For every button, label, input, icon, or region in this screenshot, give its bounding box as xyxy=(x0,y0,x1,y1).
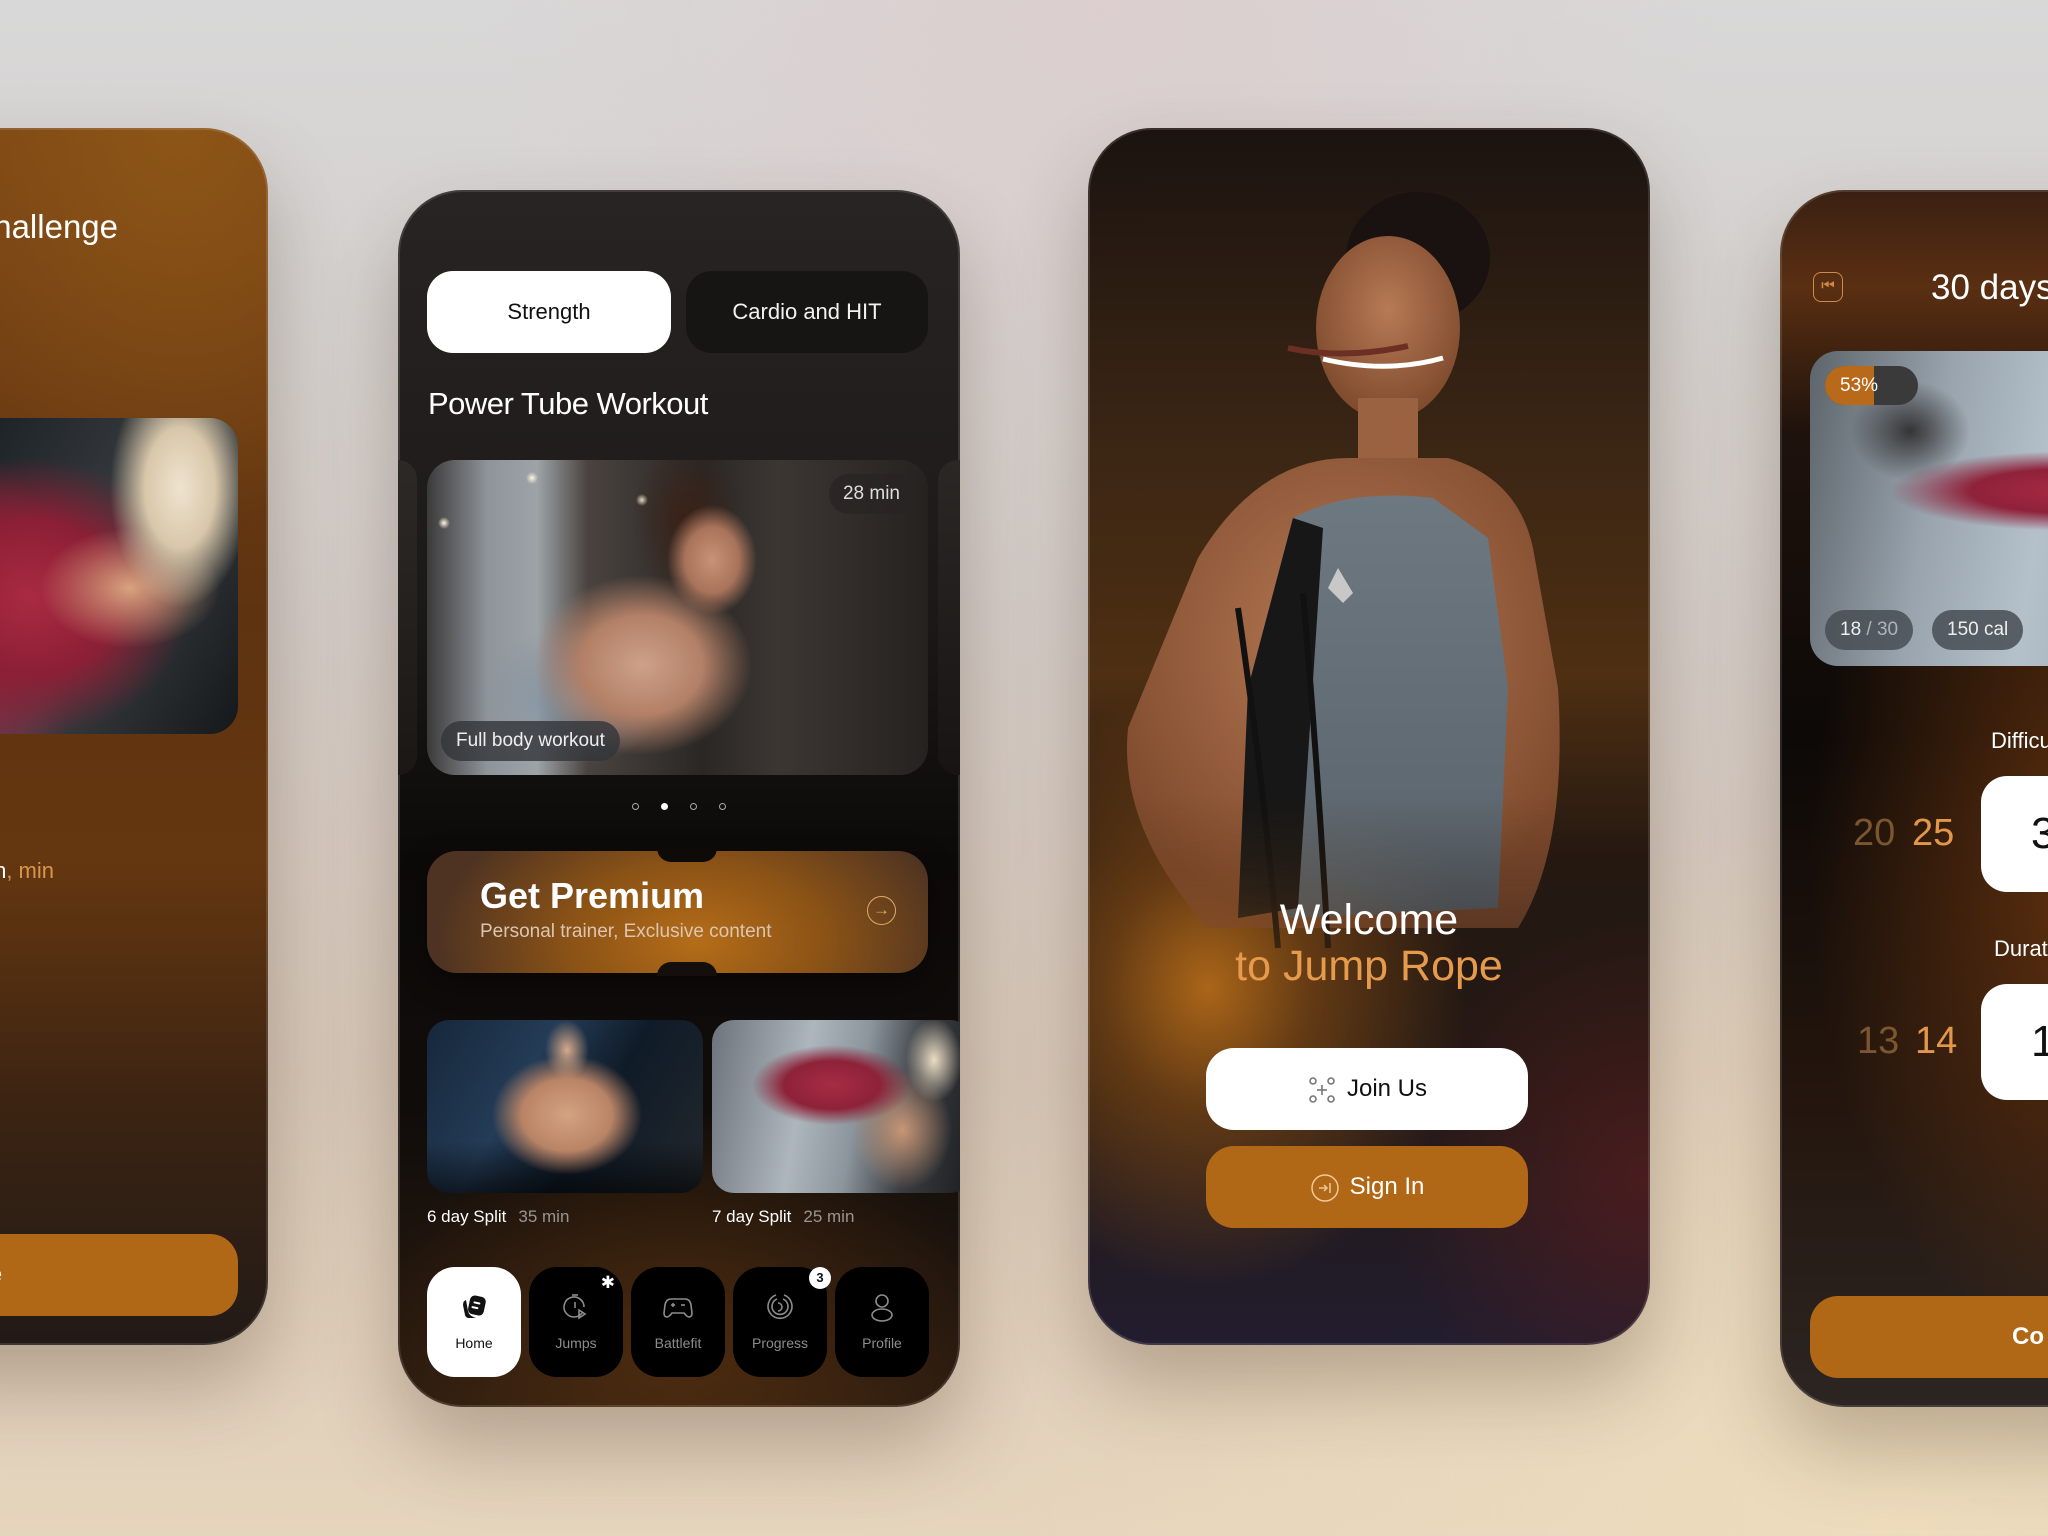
progress-rings-icon xyxy=(767,1294,793,1320)
difficulty-label: Difficu xyxy=(1991,728,2048,753)
bottom-nav: Home ✱ Jumps Battlefit 3 Progress Profil… xyxy=(427,1267,930,1377)
premium-subtitle: Personal trainer, Exclusive content xyxy=(480,921,772,942)
arrow-right-circle-icon[interactable]: → xyxy=(867,896,896,925)
premium-banner[interactable]: Get Premium Personal trainer, Exclusive … xyxy=(427,848,928,976)
challenge-detail-screen: ⏮ 30 days 53% 18 / 30 150 cal Difficu 20… xyxy=(1780,190,2048,1407)
carousel-dot[interactable] xyxy=(632,803,639,810)
difficulty-option[interactable]: 25 xyxy=(1912,812,1954,855)
nav-label: Battlefit xyxy=(654,1335,702,1351)
carousel-dot[interactable] xyxy=(690,803,697,810)
nav-profile[interactable]: Profile xyxy=(835,1267,929,1377)
welcome-heading: Welcome xyxy=(1279,896,1459,944)
challenge-setup-screen: hallenge y, rpm 0 35 40 n, min 5 16 17 n… xyxy=(0,128,268,1345)
nav-label: Profile xyxy=(862,1335,902,1351)
gamepad-icon xyxy=(663,1298,693,1318)
duration-picker-selected[interactable]: 1 xyxy=(1981,984,2048,1100)
difficulty-picker-selected[interactable]: 3 xyxy=(1981,776,2048,892)
continue-button[interactable]: nue xyxy=(0,1234,238,1316)
program-caption: 7 day Split 25 min xyxy=(712,1207,855,1226)
carousel-dot[interactable] xyxy=(719,803,726,810)
challenge-photo: 53% 18 / 30 150 cal xyxy=(1810,351,2048,666)
day-counter-badge: 18 / 30 xyxy=(1825,610,1914,650)
program-card-6day[interactable] xyxy=(427,1020,703,1193)
calories-badge: 150 cal xyxy=(1932,610,2024,650)
tab-strength[interactable]: Strength xyxy=(427,271,671,353)
welcome-subheading: to Jump Rope xyxy=(1235,942,1503,990)
carousel-next-card[interactable] xyxy=(938,460,960,775)
nav-label: Jumps xyxy=(555,1335,597,1351)
add-user-scan-icon xyxy=(1309,1076,1335,1103)
notification-badge: 3 xyxy=(809,1267,831,1289)
nav-progress[interactable]: 3 Progress xyxy=(733,1267,831,1377)
duration-option[interactable]: 13 xyxy=(1857,1020,1899,1063)
section-title: Power Tube Workout xyxy=(428,386,708,421)
nav-label: Home xyxy=(455,1335,493,1351)
sign-in-label: Sign In xyxy=(1349,1173,1425,1200)
challenge-photo xyxy=(0,418,238,734)
carousel-dot[interactable] xyxy=(661,803,668,810)
welcome-screen: Welcome to Jump Rope Join Us Sign In xyxy=(1088,128,1650,1345)
duration-option[interactable]: 14 xyxy=(1915,1020,1957,1063)
nav-jumps[interactable]: ✱ Jumps xyxy=(529,1267,623,1377)
program-caption: 6 day Split 35 min xyxy=(427,1207,570,1226)
tab-cardio[interactable]: Cardio and HIT xyxy=(686,271,928,353)
carousel-prev-card[interactable] xyxy=(398,460,417,775)
bluetooth-icon: ✱ xyxy=(600,1273,615,1292)
join-us-button[interactable]: Join Us xyxy=(1206,1048,1528,1130)
screen-title: hallenge xyxy=(0,208,118,245)
nav-battlefit[interactable]: Battlefit xyxy=(631,1267,725,1377)
carousel-pagination xyxy=(398,803,960,810)
stopwatch-play-icon xyxy=(563,1294,587,1320)
sign-in-button[interactable]: Sign In xyxy=(1206,1146,1528,1228)
nav-home[interactable]: Home xyxy=(427,1267,521,1377)
progress-pill: 53% xyxy=(1825,366,1918,405)
premium-title: Get Premium xyxy=(480,875,705,916)
user-icon xyxy=(871,1294,893,1322)
nav-label: Progress xyxy=(751,1335,809,1351)
home-cards-icon xyxy=(463,1295,486,1318)
difficulty-option[interactable]: 20 xyxy=(1853,812,1895,855)
progress-label: 53% xyxy=(1840,375,1879,396)
duration-label: n, min xyxy=(0,858,54,883)
workout-name-badge: Full body workout xyxy=(441,721,620,761)
back-icon[interactable]: ⏮ xyxy=(1813,272,1843,302)
screen-title: 30 days xyxy=(1931,268,2048,307)
program-card-7day[interactable] xyxy=(712,1020,960,1193)
sign-in-arrow-icon xyxy=(1310,1173,1339,1202)
join-us-label: Join Us xyxy=(1346,1075,1428,1102)
continue-button[interactable]: Co xyxy=(1810,1296,2048,1378)
home-screen: Strength Cardio and HIT Power Tube Worko… xyxy=(398,190,960,1407)
duration-label: Durat xyxy=(1994,936,2048,961)
featured-workout-card[interactable]: 28 min Full body workout xyxy=(427,460,928,775)
workout-duration-badge: 28 min xyxy=(828,474,914,514)
